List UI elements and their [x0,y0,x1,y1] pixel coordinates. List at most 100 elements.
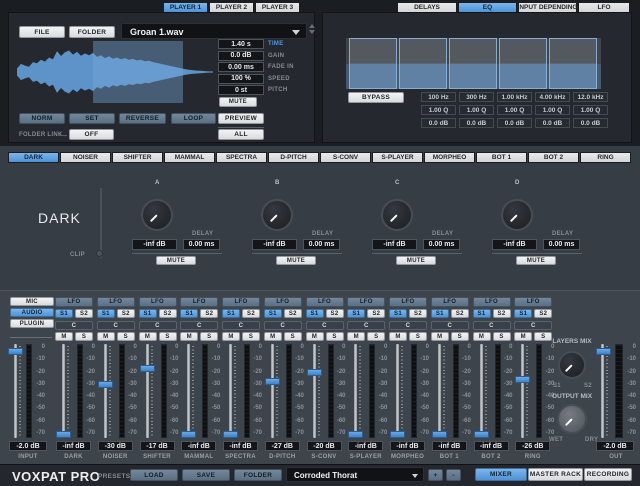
param-value-gain[interactable]: 0.0 dB [218,51,264,61]
channel-value[interactable]: -17 dB [140,441,175,451]
preset-prev-button[interactable]: - [446,469,461,481]
c-button[interactable]: C [97,321,135,330]
level-value-a[interactable]: -inf dB [132,239,177,250]
player-set-button[interactable]: SET [69,113,115,124]
s2-button[interactable]: S2 [451,309,469,318]
eq-q-2[interactable]: 1.00 Q [459,105,494,115]
s-button[interactable]: S [117,332,135,341]
tab-module-d-pitch[interactable]: D-PITCH [268,152,319,163]
eq-graph[interactable] [346,38,601,89]
player-norm-button[interactable]: NORM [19,113,65,124]
m-button[interactable]: M [139,332,157,341]
fader-handle[interactable] [8,348,23,355]
c-button[interactable]: C [264,321,302,330]
s1-button[interactable]: S1 [55,309,73,318]
m-button[interactable]: M [473,332,491,341]
fader-handle[interactable] [432,431,447,438]
s2-button[interactable]: S2 [409,309,427,318]
c-button[interactable]: C [389,321,427,330]
s-button[interactable]: S [284,332,302,341]
s2-button[interactable]: S2 [117,309,135,318]
eq-gain-1[interactable]: 0.0 dB [421,118,456,128]
s1-button[interactable]: S1 [473,309,491,318]
fader-handle[interactable] [390,431,405,438]
delay-value-b[interactable]: 0.00 ms [303,239,340,250]
eq-q-3[interactable]: 1.00 Q [497,105,532,115]
m-button[interactable]: M [222,332,240,341]
channel-value[interactable]: -2.0 dB [9,441,47,451]
file-button[interactable]: FILE [19,26,65,38]
s2-button[interactable]: S2 [242,309,260,318]
lfo-button[interactable]: LFO [139,297,177,307]
m-button[interactable]: M [55,332,73,341]
fader-handle[interactable] [348,431,363,438]
param-value-pitch[interactable]: 0 st [218,85,264,95]
lfo-button[interactable]: LFO [473,297,511,307]
tab-module-shifter[interactable]: SHIFTER [112,152,163,163]
s-button[interactable]: S [367,332,385,341]
level-knob-c[interactable] [381,199,413,231]
channel-value[interactable]: -27 dB [265,441,300,451]
tab-module-bot-2[interactable]: BOT 2 [528,152,579,163]
fader-handle[interactable] [265,378,280,385]
s2-button[interactable]: S2 [159,309,177,318]
lfo-button[interactable]: LFO [55,297,93,307]
param-value-fade-in[interactable]: 0.00 ms [218,62,264,72]
s2-button[interactable]: S2 [75,309,93,318]
eq-gain-3[interactable]: 0.0 dB [497,118,532,128]
level-knob-a[interactable] [141,199,173,231]
m-button[interactable]: M [264,332,282,341]
lfo-button[interactable]: LFO [264,297,302,307]
tab-module-s-player[interactable]: S-PLAYER [372,152,423,163]
preset-load-button[interactable]: LOAD [130,469,178,481]
preset-dropdown[interactable]: Corroded Thorat [286,467,424,482]
folder-link-off-button[interactable]: OFF [69,129,114,140]
delay-value-a[interactable]: 0.00 ms [183,239,220,250]
channel-value[interactable]: -2.0 dB [596,441,634,451]
eq-q-5[interactable]: 1.00 Q [573,105,608,115]
s1-button[interactable]: S1 [139,309,157,318]
eq-band-2[interactable] [399,38,447,89]
mute-button-b[interactable]: MUTE [276,256,316,265]
channel-value[interactable]: -inf dB [432,441,467,451]
s2-button[interactable]: S2 [493,309,511,318]
s1-button[interactable]: S1 [97,309,115,318]
channel-value[interactable]: -inf dB [56,441,91,451]
c-button[interactable]: C [473,321,511,330]
eq-q-4[interactable]: 1.00 Q [535,105,570,115]
fader-handle[interactable] [223,431,238,438]
m-button[interactable]: M [306,332,324,341]
level-knob-d[interactable] [501,199,533,231]
delay-value-c[interactable]: 0.00 ms [423,239,460,250]
channel-value[interactable]: -inf dB [474,441,509,451]
player-reverse-button[interactable]: REVERSE [119,113,166,124]
s1-button[interactable]: S1 [180,309,198,318]
s2-button[interactable]: S2 [326,309,344,318]
channel-value[interactable]: -30 dB [98,441,133,451]
player-mute-button[interactable]: MUTE [219,97,257,107]
eq-gain-2[interactable]: 0.0 dB [459,118,494,128]
waveform-selection[interactable] [93,41,183,103]
eq-freq-3[interactable]: 1.00 kHz [497,92,532,102]
eq-bypass-button[interactable]: BYPASS [348,92,404,103]
c-button[interactable]: C [55,321,93,330]
c-button[interactable]: C [222,321,260,330]
mute-button-a[interactable]: MUTE [156,256,196,265]
s1-button[interactable]: S1 [264,309,282,318]
fader-handle[interactable] [56,431,71,438]
s-button[interactable]: S [200,332,218,341]
channel-value[interactable]: -inf dB [348,441,383,451]
lfo-button[interactable]: LFO [514,297,552,307]
level-value-b[interactable]: -inf dB [252,239,297,250]
fader-handle[interactable] [98,381,113,388]
view-mixer-button[interactable]: MIXER [475,468,527,481]
s-button[interactable]: S [242,332,260,341]
sample-spinner[interactable] [309,24,315,34]
fader-handle[interactable] [307,369,322,376]
c-button[interactable]: C [514,321,552,330]
fader-handle[interactable] [140,365,155,372]
all-button[interactable]: ALL [218,129,264,140]
lfo-button[interactable]: LFO [97,297,135,307]
view-recording-button[interactable]: RECORDING [584,468,632,481]
level-value-d[interactable]: -inf dB [492,239,537,250]
